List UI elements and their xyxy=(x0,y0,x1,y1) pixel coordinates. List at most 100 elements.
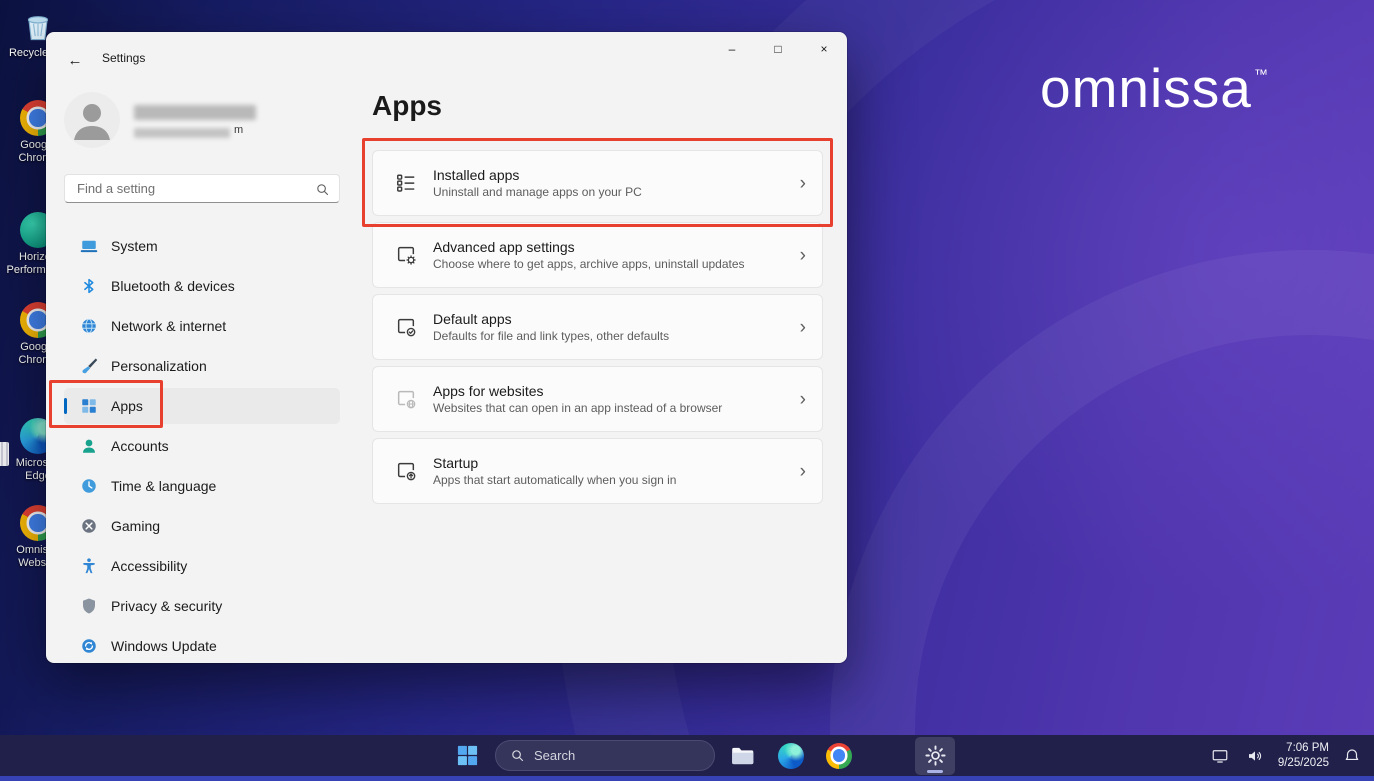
clock-date: 9/25/2025 xyxy=(1278,756,1329,771)
card-startup[interactable]: Startup Apps that start automatically wh… xyxy=(372,438,823,504)
sidebar-item-windows-update[interactable]: Windows Update xyxy=(64,628,340,663)
settings-sidebar: m System Bluetooth & devices xyxy=(46,78,376,663)
sidebar-item-label: Privacy & security xyxy=(111,598,222,614)
minimize-button[interactable]: – xyxy=(709,32,755,65)
card-text: Startup Apps that start automatically wh… xyxy=(433,455,676,487)
find-a-setting-searchbox xyxy=(64,174,340,203)
sidebar-item-system[interactable]: System xyxy=(64,228,340,264)
sidebar-item-time-language[interactable]: Time & language xyxy=(64,468,340,504)
windows-logo-icon xyxy=(456,744,479,767)
sidebar-item-bluetooth-devices[interactable]: Bluetooth & devices xyxy=(64,268,340,304)
sidebar-item-gaming[interactable]: Gaming xyxy=(64,508,340,544)
card-text: Advanced app settings Choose where to ge… xyxy=(433,239,745,271)
globe-icon xyxy=(80,317,98,335)
window-title: Settings xyxy=(102,51,145,65)
taskbar-clock[interactable]: 7:06 PM 9/25/2025 xyxy=(1278,741,1329,771)
omnissa-logo-text: omnissa xyxy=(1040,57,1252,119)
omnissa-logo: omnissa™ xyxy=(1040,56,1269,120)
apps-grid-icon xyxy=(80,397,98,415)
user-avatar xyxy=(64,92,120,148)
sidebar-item-label: Personalization xyxy=(111,358,207,374)
clock-time: 7:06 PM xyxy=(1278,741,1329,756)
card-title: Startup xyxy=(433,455,676,471)
card-advanced-app-settings[interactable]: Advanced app settings Choose where to ge… xyxy=(372,222,823,288)
user-name-redacted xyxy=(134,105,256,120)
card-title: Apps for websites xyxy=(433,383,722,399)
system-tray: 7:06 PM 9/25/2025 xyxy=(1208,735,1364,776)
sidebar-item-privacy-security[interactable]: Privacy & security xyxy=(64,588,340,624)
chevron-right-icon: › xyxy=(800,246,806,265)
taskbar-search-label: Search xyxy=(534,748,575,763)
card-subtitle: Websites that can open in an app instead… xyxy=(433,401,722,415)
person-icon xyxy=(80,437,98,455)
edge-icon xyxy=(778,743,804,769)
search-icon xyxy=(510,748,525,763)
window-controls: – □ × xyxy=(709,32,847,65)
settings-button[interactable] xyxy=(915,737,955,775)
sidebar-item-label: Accounts xyxy=(111,438,169,454)
card-subtitle: Uninstall and manage apps on your PC xyxy=(433,185,642,199)
taskbar: Search xyxy=(0,735,1374,776)
card-apps-for-websites[interactable]: Apps for websites Websites that can open… xyxy=(372,366,823,432)
chrome-button[interactable] xyxy=(819,737,859,775)
sidebar-item-accessibility[interactable]: Accessibility xyxy=(64,548,340,584)
notification-bell-icon[interactable] xyxy=(1340,744,1364,768)
trademark-symbol: ™ xyxy=(1254,66,1269,82)
card-default-apps[interactable]: Default apps Defaults for file and link … xyxy=(372,294,823,360)
close-button[interactable]: × xyxy=(801,32,847,65)
gaming-icon xyxy=(80,517,98,535)
card-text: Apps for websites Websites that can open… xyxy=(433,383,722,415)
maximize-button[interactable]: □ xyxy=(755,32,801,65)
sidebar-item-label: System xyxy=(111,238,158,254)
file-explorer-button[interactable] xyxy=(723,737,763,775)
clock-icon xyxy=(80,477,98,495)
page-title: Apps xyxy=(372,90,442,122)
edge-button[interactable] xyxy=(771,737,811,775)
gear-icon xyxy=(924,744,947,767)
user-email-suffix: m xyxy=(234,124,243,136)
user-email-redacted xyxy=(134,128,230,138)
taskbar-search[interactable]: Search xyxy=(495,740,715,771)
settings-nav: System Bluetooth & devices Network & int… xyxy=(64,228,340,663)
brush-icon xyxy=(80,357,98,375)
desktop: omnissa™ Recycle Bin Google Chrome Horiz… xyxy=(0,0,1374,781)
sidebar-item-network-internet[interactable]: Network & internet xyxy=(64,308,340,344)
card-subtitle: Defaults for file and link types, other … xyxy=(433,329,669,343)
card-subtitle: Choose where to get apps, archive apps, … xyxy=(433,257,745,271)
advanced-app-settings-icon xyxy=(395,244,417,266)
volume-icon[interactable] xyxy=(1243,744,1267,768)
back-button[interactable]: ← xyxy=(62,48,88,72)
apps-card-list: Installed apps Uninstall and manage apps… xyxy=(372,150,823,504)
sidebar-item-label: Time & language xyxy=(111,478,216,494)
chevron-right-icon: › xyxy=(800,318,806,337)
sidebar-item-apps[interactable]: Apps xyxy=(64,388,340,424)
chevron-right-icon: › xyxy=(800,390,806,409)
apps-for-websites-icon xyxy=(395,388,417,410)
installed-apps-icon xyxy=(395,172,417,194)
display-tray-icon[interactable] xyxy=(1208,744,1232,768)
chevron-right-icon: › xyxy=(800,462,806,481)
sidebar-item-label: Apps xyxy=(111,398,143,414)
card-text: Default apps Defaults for file and link … xyxy=(433,311,669,343)
start-button[interactable] xyxy=(447,737,487,775)
update-icon xyxy=(80,637,98,655)
bluetooth-icon xyxy=(80,277,98,295)
default-apps-icon xyxy=(395,316,417,338)
sidebar-item-label: Bluetooth & devices xyxy=(111,278,235,294)
startup-icon xyxy=(395,460,417,482)
title-bar: ← Settings – □ × xyxy=(46,32,847,78)
settings-window: ← Settings – □ × m xyxy=(46,32,847,663)
card-installed-apps[interactable]: Installed apps Uninstall and manage apps… xyxy=(372,150,823,216)
chevron-right-icon: › xyxy=(800,174,806,193)
card-title: Default apps xyxy=(433,311,669,327)
user-account-block[interactable]: m xyxy=(64,88,354,152)
sidebar-item-label: Network & internet xyxy=(111,318,226,334)
accessibility-icon xyxy=(80,557,98,575)
system-icon xyxy=(80,237,98,255)
file-explorer-icon xyxy=(730,743,756,769)
chrome-icon xyxy=(826,743,852,769)
sidebar-item-personalization[interactable]: Personalization xyxy=(64,348,340,384)
find-a-setting-input[interactable] xyxy=(65,175,339,202)
shield-icon xyxy=(80,597,98,615)
sidebar-item-accounts[interactable]: Accounts xyxy=(64,428,340,464)
